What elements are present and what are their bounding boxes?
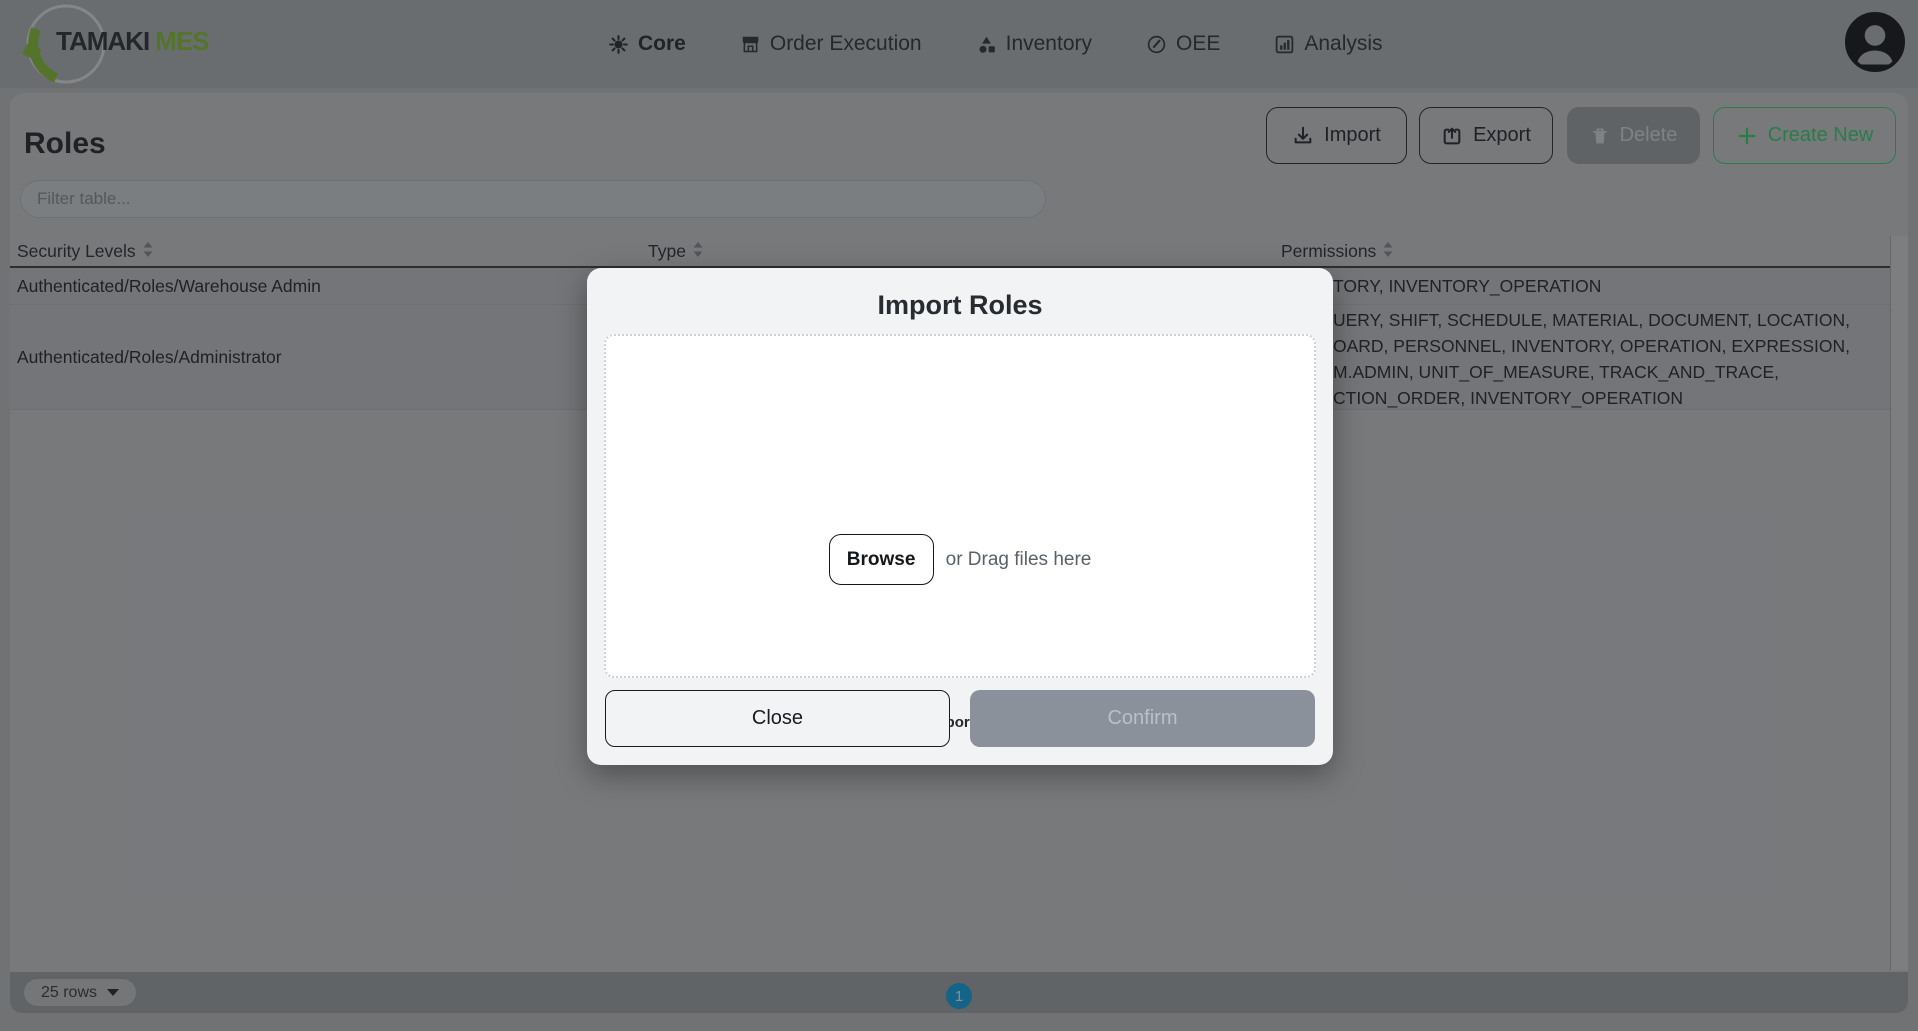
- import-roles-modal: Import Roles Browse or Drag files here F…: [587, 268, 1333, 765]
- close-button[interactable]: Close: [605, 690, 950, 747]
- app-root: TAMAKIMES Core: [0, 0, 1918, 1031]
- modal-title: Import Roles: [587, 290, 1333, 321]
- browse-row: Browse or Drag files here: [606, 534, 1314, 585]
- confirm-button: Confirm: [970, 690, 1315, 747]
- browse-button[interactable]: Browse: [829, 534, 934, 585]
- file-drop-zone[interactable]: Browse or Drag files here File Types Sup…: [604, 334, 1316, 678]
- drag-files-hint: or Drag files here: [946, 549, 1092, 571]
